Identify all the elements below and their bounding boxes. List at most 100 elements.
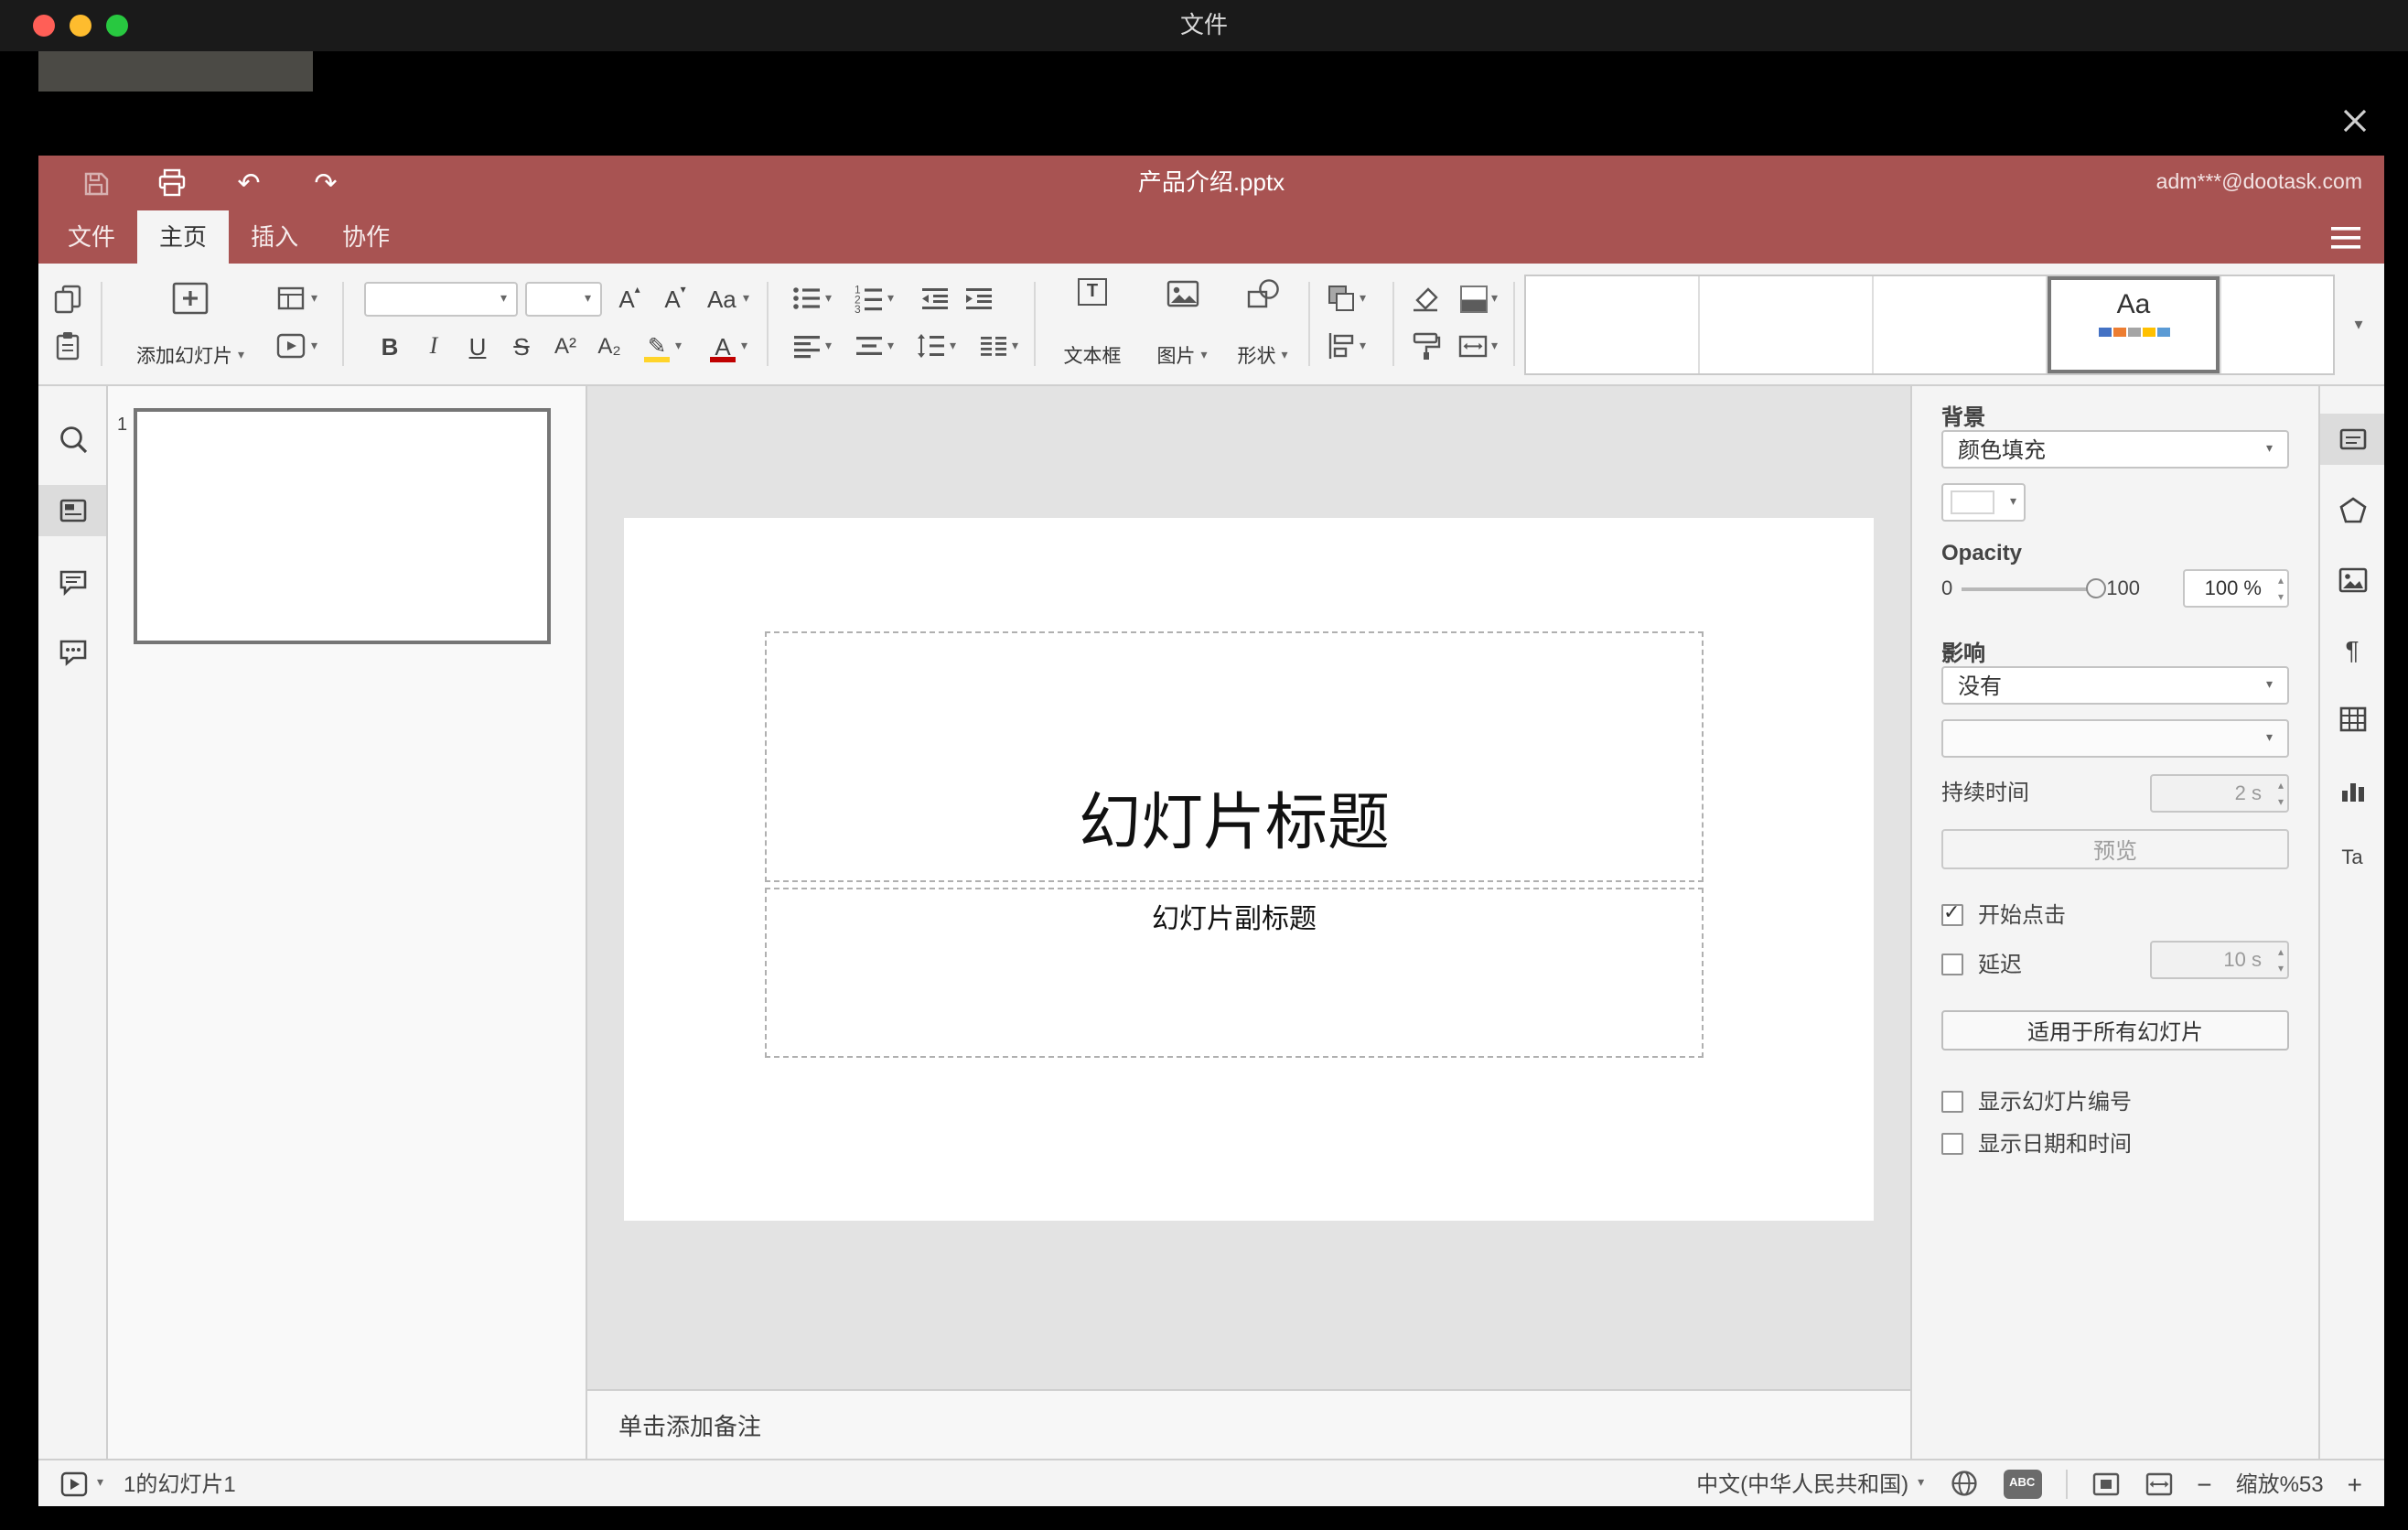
fit-slide-button[interactable]: [2091, 1471, 2120, 1496]
background-fill-select[interactable]: 颜色填充 ▾: [1941, 430, 2289, 469]
theme-option-1[interactable]: [1526, 276, 1700, 373]
theme-option-2[interactable]: [1700, 276, 1874, 373]
theme-option-4-selected[interactable]: Aa: [2048, 276, 2221, 373]
print-button[interactable]: [156, 167, 188, 199]
font-size-combo[interactable]: ▾: [525, 282, 602, 317]
columns-chevron[interactable]: ▾: [1012, 339, 1018, 353]
clear-style-button[interactable]: [1407, 280, 1444, 317]
change-case-button[interactable]: Aa ▾: [701, 280, 756, 317]
zoom-in-button[interactable]: +: [2348, 1471, 2362, 1496]
increase-font-button[interactable]: A ▴: [611, 280, 648, 317]
document-language-button[interactable]: [1948, 1468, 1979, 1499]
bullets-button[interactable]: [789, 280, 825, 317]
paragraph-settings-button[interactable]: ¶: [2320, 624, 2384, 675]
paste-button[interactable]: [49, 328, 86, 364]
numbering-chevron[interactable]: ▾: [887, 291, 894, 306]
notes-area[interactable]: 单击添加备注: [587, 1389, 1910, 1459]
copy-button[interactable]: [49, 280, 86, 317]
bullets-chevron[interactable]: ▾: [825, 291, 832, 306]
add-slide-button[interactable]: 添加幻灯片 ▾: [119, 273, 262, 375]
apply-to-all-slides-button[interactable]: 适用于所有幻灯片: [1941, 1010, 2289, 1051]
start-on-click-checkbox[interactable]: ✓: [1941, 901, 1963, 925]
save-button[interactable]: [79, 167, 112, 199]
chart-settings-button[interactable]: [2320, 765, 2384, 816]
slide-1-thumbnail[interactable]: [134, 408, 551, 644]
slide-background-color-button[interactable]: [1455, 280, 1491, 317]
numbering-button[interactable]: 1 2 3: [851, 280, 887, 317]
table-settings-button[interactable]: [2320, 694, 2384, 745]
start-slideshow-button[interactable]: [273, 328, 309, 364]
spellcheck-button[interactable]: ABC: [2003, 1469, 2042, 1498]
opacity-slider[interactable]: [1962, 577, 2107, 598]
subtitle-placeholder[interactable]: 幻灯片副标题: [765, 888, 1704, 1058]
spinner-arrows[interactable]: ▴ ▾: [2278, 944, 2284, 977]
slide-layout-button[interactable]: [273, 280, 309, 317]
tab-home[interactable]: 主页: [137, 210, 230, 264]
spinner-arrows[interactable]: ▴ ▾: [2278, 573, 2284, 606]
vertical-align-chevron[interactable]: ▾: [887, 339, 894, 353]
spinner-arrows[interactable]: ▴ ▾: [2278, 778, 2284, 811]
image-settings-button[interactable]: [2320, 555, 2384, 606]
search-button[interactable]: [38, 414, 106, 465]
zoom-out-button[interactable]: −: [2197, 1471, 2211, 1496]
comments-button[interactable]: [38, 556, 106, 608]
background-color-chevron[interactable]: ▾: [1491, 291, 1498, 306]
columns-button[interactable]: [975, 328, 1012, 364]
line-spacing-button[interactable]: [913, 328, 950, 364]
bold-button[interactable]: B: [371, 328, 408, 364]
start-slideshow-status-button[interactable]: [60, 1471, 88, 1496]
decrease-indent-button[interactable]: [917, 280, 953, 317]
slide-settings-button[interactable]: [2320, 414, 2384, 465]
slideshow-chevron[interactable]: ▾: [311, 339, 317, 353]
insert-shape-button[interactable]: 形状 ▾: [1224, 273, 1301, 375]
tab-collaboration[interactable]: 协作: [320, 210, 412, 264]
tab-insert[interactable]: 插入: [229, 210, 320, 264]
theme-option-5[interactable]: [2221, 276, 2333, 373]
menu-button[interactable]: [2331, 227, 2360, 249]
slide-size-button[interactable]: [1455, 328, 1491, 364]
title-placeholder[interactable]: 幻灯片标题: [765, 631, 1704, 882]
theme-gallery-expand-button[interactable]: ▾: [2344, 275, 2373, 375]
show-slide-number-checkbox[interactable]: [1941, 1090, 1963, 1112]
opacity-slider-knob[interactable]: [2086, 577, 2107, 598]
tab-file[interactable]: 文件: [46, 210, 137, 264]
arrange-chevron[interactable]: ▾: [1360, 291, 1366, 306]
line-spacing-chevron[interactable]: ▾: [950, 339, 956, 353]
align-shapes-button[interactable]: [1323, 328, 1360, 364]
insert-image-button[interactable]: 图片 ▾: [1144, 273, 1220, 375]
font-color-button[interactable]: A: [704, 328, 741, 364]
font-name-combo[interactable]: ▾: [364, 282, 518, 317]
slide[interactable]: 幻灯片标题 幻灯片副标题: [624, 518, 1874, 1221]
copy-style-button[interactable]: [1407, 328, 1444, 364]
slide-size-chevron[interactable]: ▾: [1491, 339, 1498, 353]
opacity-value-input[interactable]: 100 % ▴ ▾: [2183, 569, 2289, 608]
strikeout-button[interactable]: S: [503, 328, 540, 364]
align-shapes-chevron[interactable]: ▾: [1360, 339, 1366, 353]
slide-layout-chevron[interactable]: ▾: [311, 291, 317, 306]
highlight-chevron[interactable]: ▾: [675, 339, 682, 353]
fit-width-button[interactable]: [2144, 1471, 2173, 1496]
horizontal-align-button[interactable]: [789, 328, 825, 364]
highlight-color-button[interactable]: ✎: [639, 328, 675, 364]
background-color-picker[interactable]: ▾: [1941, 483, 2026, 522]
align-chevron[interactable]: ▾: [825, 339, 832, 353]
vertical-align-button[interactable]: [851, 328, 887, 364]
theme-option-3[interactable]: [1874, 276, 2048, 373]
close-icon[interactable]: [2340, 106, 2370, 135]
show-datetime-checkbox[interactable]: [1941, 1132, 1963, 1154]
textart-settings-button[interactable]: Ta: [2320, 833, 2384, 884]
italic-button[interactable]: I: [415, 328, 452, 364]
transition-variant-select[interactable]: ▾: [1941, 719, 2289, 758]
underline-button[interactable]: U: [459, 328, 496, 364]
increase-indent-button[interactable]: [961, 280, 997, 317]
delay-input[interactable]: 10 s ▴ ▾: [2150, 941, 2289, 979]
language-selector[interactable]: 中文(中华人民共和国) ▾: [1696, 1468, 1924, 1499]
undo-button[interactable]: ↶: [232, 167, 265, 199]
decrease-font-button[interactable]: A ▾: [657, 280, 693, 317]
slideshow-status-chevron[interactable]: ▾: [97, 1477, 103, 1490]
redo-button[interactable]: ↷: [309, 167, 342, 199]
font-color-chevron[interactable]: ▾: [741, 339, 747, 353]
arrange-shapes-button[interactable]: [1323, 280, 1360, 317]
superscript-button[interactable]: A²: [547, 328, 584, 364]
transition-effect-select[interactable]: 没有 ▾: [1941, 666, 2289, 705]
